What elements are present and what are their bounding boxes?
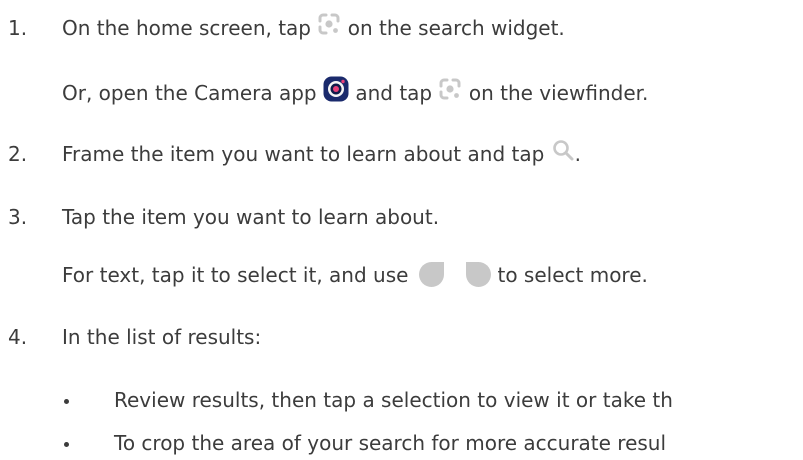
list-item: Review results, then tap a selection to … <box>114 388 673 412</box>
lens-icon <box>317 12 341 43</box>
step-1-subtext: Or, open the Camera app and tap on the v… <box>62 76 649 111</box>
step-3-sub-b: to select more. <box>497 263 648 287</box>
step-1-sub-a: Or, open the Camera app <box>62 81 317 105</box>
step-number: 2. <box>8 142 28 166</box>
step-4-text: In the list of results: <box>62 325 262 349</box>
step-1-text-a: On the home screen, tap <box>62 16 312 40</box>
bullet-dot <box>64 442 69 447</box>
step-number: 1. <box>8 16 28 40</box>
step-3-subtext: For text, tap it to select it, and use t… <box>62 261 648 289</box>
bullet-dot <box>64 399 69 404</box>
list-item: To crop the area of your search for more… <box>114 431 667 455</box>
step-1-text: On the home screen, tap on the search wi… <box>62 12 565 45</box>
step-number: 4. <box>8 325 28 349</box>
step-2-text: Frame the item you want to learn about a… <box>62 140 581 171</box>
lens-icon <box>438 77 462 108</box>
step-number: 3. <box>8 205 28 229</box>
step-1-sub-b: and tap <box>355 81 433 105</box>
step-3-sub-a: For text, tap it to select it, and use <box>62 263 409 287</box>
camera-app-icon <box>323 76 349 109</box>
selection-handle-right-icon <box>466 262 492 287</box>
step-1-text-b: on the search widget. <box>347 16 565 40</box>
search-icon <box>551 138 575 169</box>
selection-handle-left-icon <box>418 262 444 287</box>
step-3-text: Tap the item you want to learn about. <box>62 205 440 229</box>
step-2-text-a: Frame the item you want to learn about a… <box>62 142 545 166</box>
step-2-text-b: . <box>574 142 582 166</box>
step-1-sub-c: on the viewfinder. <box>468 81 649 105</box>
